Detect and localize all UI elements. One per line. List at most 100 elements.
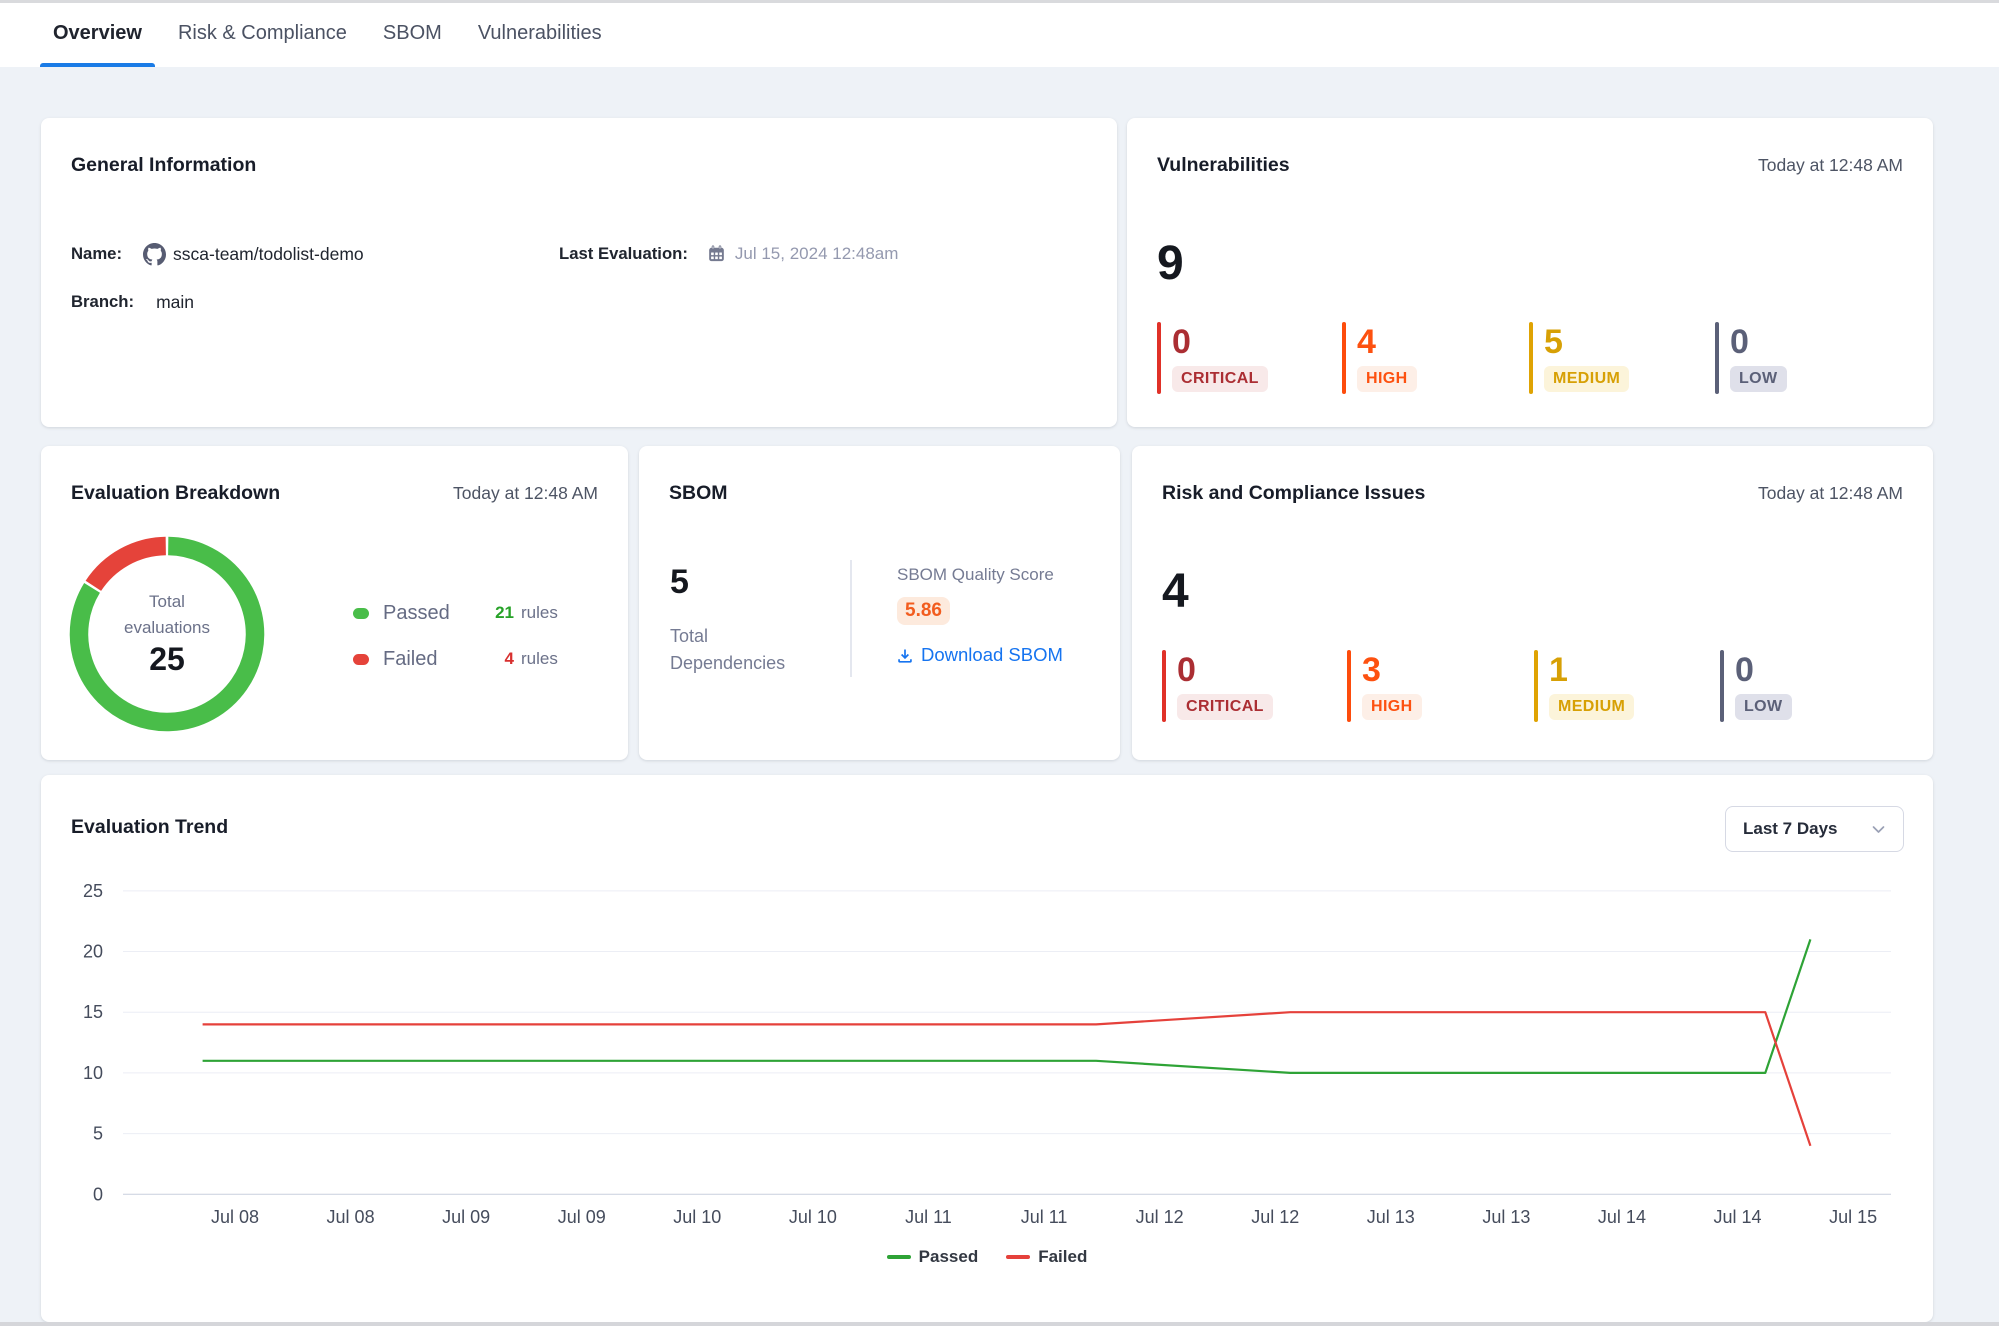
severity-count: 0	[1735, 653, 1792, 687]
download-icon	[897, 648, 913, 664]
legend-label: Failed	[1038, 1247, 1087, 1267]
severity-body: 1 MEDIUM	[1549, 650, 1634, 722]
failed-line-icon	[1006, 1255, 1030, 1259]
legend-unit: rules	[521, 603, 558, 623]
card-title: SBOM	[669, 482, 728, 505]
severity-low: 0 LOW	[1715, 322, 1787, 394]
last-evaluation-label: Last Evaluation:	[559, 244, 688, 264]
window-top-edge	[0, 0, 1999, 3]
legend-item-failed: Failed 4 rules	[353, 640, 558, 678]
trend-line-passed	[203, 939, 1811, 1073]
tab-overview[interactable]: Overview	[40, 3, 155, 67]
name-label: Name:	[71, 244, 122, 264]
tab-overview-label: Overview	[53, 22, 142, 45]
sbom-quality-score-label: SBOM Quality Score	[897, 565, 1054, 585]
severity-count: 0	[1172, 325, 1268, 359]
tabs: Overview Risk & Compliance SBOM Vulnerab…	[40, 3, 1999, 67]
legend-item-failed: Failed	[1006, 1247, 1087, 1267]
x-axis-label: Jul 14	[1714, 1207, 1762, 1227]
severity-bar	[1715, 322, 1719, 394]
x-axis-label: Jul 09	[442, 1207, 490, 1227]
general-information-card: General Information Name: ssca-team/todo…	[41, 118, 1117, 427]
severity-high: 4 HIGH	[1342, 322, 1417, 394]
x-axis-label: Jul 08	[327, 1207, 375, 1227]
sbom-quality-score-badge: 5.86	[897, 597, 950, 625]
card-title: Risk and Compliance Issues	[1162, 482, 1425, 505]
x-axis-label: Jul 12	[1136, 1207, 1184, 1227]
severity-badge: CRITICAL	[1177, 694, 1273, 720]
x-axis-label: Jul 10	[789, 1207, 837, 1227]
tab-risk-compliance[interactable]: Risk & Compliance	[165, 3, 360, 67]
github-icon	[143, 243, 166, 266]
severity-count: 3	[1362, 653, 1422, 687]
x-axis-label: Jul 10	[673, 1207, 721, 1227]
severity-badge: MEDIUM	[1549, 694, 1634, 720]
download-sbom-link[interactable]: Download SBOM	[897, 644, 1063, 666]
card-title: Evaluation Breakdown	[71, 482, 280, 505]
vulnerabilities-total: 9	[1157, 240, 1184, 288]
severity-high: 3 HIGH	[1347, 650, 1422, 722]
branch-row: Branch: main	[71, 288, 194, 316]
tab-sbom[interactable]: SBOM	[370, 3, 455, 67]
severity-critical: 0 CRITICAL	[1157, 322, 1268, 394]
chevron-down-icon	[1869, 820, 1888, 839]
severity-body: 5 MEDIUM	[1544, 322, 1629, 394]
tab-vulnerabilities[interactable]: Vulnerabilities	[465, 3, 615, 67]
date-range-value: Last 7 Days	[1743, 819, 1869, 839]
tab-risk-compliance-label: Risk & Compliance	[178, 22, 347, 45]
trend-legend: Passed Failed	[41, 1247, 1933, 1267]
severity-badge: HIGH	[1357, 366, 1417, 392]
legend-label: Passed	[383, 602, 450, 625]
passed-pill-icon	[353, 608, 369, 619]
severity-badge: LOW	[1730, 366, 1787, 392]
donut-center: Total evaluations 25	[70, 589, 264, 678]
x-axis-label: Jul 09	[558, 1207, 606, 1227]
severity-badge: MEDIUM	[1544, 366, 1629, 392]
branch-value: main	[156, 292, 194, 313]
last-evaluation-row: Last Evaluation: Jul 15, 2024 12:48am	[559, 240, 898, 268]
tab-bar: Overview Risk & Compliance SBOM Vulnerab…	[0, 3, 1999, 67]
card-timestamp: Today at 12:48 AM	[453, 483, 598, 504]
legend-value: 21	[495, 603, 514, 623]
name-row: Name: ssca-team/todolist-demo	[71, 240, 364, 268]
donut-center-label: Total evaluations	[112, 589, 222, 641]
repo-name-value: ssca-team/todolist-demo	[173, 244, 364, 265]
calendar-icon	[708, 245, 725, 262]
severity-medium: 5 MEDIUM	[1529, 322, 1629, 394]
y-axis-label: 25	[83, 881, 103, 901]
risk-compliance-total: 4	[1162, 568, 1189, 616]
total-dependencies-count: 5	[670, 565, 689, 599]
severity-count: 5	[1544, 325, 1629, 359]
severity-count: 4	[1357, 325, 1417, 359]
sbom-card: SBOM 5 Total Dependencies SBOM Quality S…	[639, 446, 1120, 760]
trend-line-failed	[203, 1012, 1811, 1146]
severity-body: 0 CRITICAL	[1177, 650, 1273, 722]
severity-body: 0 CRITICAL	[1172, 322, 1268, 394]
total-dependencies-label: Total Dependencies	[670, 623, 800, 677]
card-timestamp: Today at 12:48 AM	[1758, 483, 1903, 504]
severity-bar	[1720, 650, 1724, 722]
severity-badge: HIGH	[1362, 694, 1422, 720]
x-axis-label: Jul 13	[1482, 1207, 1530, 1227]
severity-body: 4 HIGH	[1357, 322, 1417, 394]
x-axis-label: Jul 08	[211, 1207, 259, 1227]
donut-arc-failed	[93, 546, 165, 586]
download-sbom-label: Download SBOM	[921, 644, 1063, 666]
severity-bar	[1157, 322, 1161, 394]
tab-sbom-label: SBOM	[383, 22, 442, 45]
x-axis-label: Jul 11	[905, 1207, 952, 1227]
severity-low: 0 LOW	[1720, 650, 1792, 722]
y-axis-label: 0	[93, 1184, 103, 1204]
tab-vulnerabilities-label: Vulnerabilities	[478, 22, 602, 45]
severity-body: 0 LOW	[1730, 322, 1787, 394]
x-axis-label: Jul 13	[1367, 1207, 1415, 1227]
severity-bar	[1529, 322, 1533, 394]
legend-label: Passed	[919, 1247, 979, 1267]
date-range-select[interactable]: Last 7 Days	[1725, 806, 1904, 852]
severity-bar	[1534, 650, 1538, 722]
y-axis-label: 5	[93, 1124, 103, 1144]
y-axis-label: 15	[83, 1002, 103, 1022]
x-axis-label: Jul 14	[1598, 1207, 1646, 1227]
legend-value: 4	[505, 649, 514, 669]
x-axis-label: Jul 12	[1251, 1207, 1299, 1227]
